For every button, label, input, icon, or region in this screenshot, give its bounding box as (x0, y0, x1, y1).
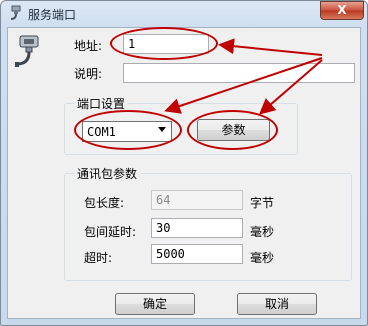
port-select-value: COM1 (87, 125, 116, 139)
description-input[interactable] (123, 63, 355, 83)
timeout-label: 超时: (84, 251, 113, 265)
address-input[interactable]: 1 (123, 34, 209, 54)
packet-length-unit: 字节 (250, 196, 275, 210)
packet-delay-label: 包间延时: (84, 225, 137, 239)
packet-delay-unit: 毫秒 (250, 225, 275, 239)
timeout-input[interactable]: 5000 (151, 244, 243, 264)
packet-params-title: 通讯包参数 (74, 165, 141, 182)
packet-length-label: 包长度: (84, 196, 125, 210)
description-label: 说明: (74, 67, 103, 81)
plug-icon (10, 5, 21, 20)
ok-button[interactable]: 确定 (115, 293, 195, 315)
chevron-down-icon[interactable] (158, 127, 166, 132)
window-title: 服务端口 (28, 8, 77, 22)
close-button[interactable]: X (320, 1, 364, 20)
packet-delay-input[interactable]: 30 (151, 218, 243, 238)
packet-length-input: 64 (151, 190, 243, 210)
port-settings-title: 端口设置 (74, 95, 129, 112)
serial-port-icon (15, 35, 39, 67)
timeout-unit: 毫秒 (250, 251, 275, 265)
params-button[interactable]: 参数 (197, 119, 270, 141)
address-label: 地址: (74, 39, 103, 53)
cancel-button[interactable]: 取消 (237, 293, 317, 315)
